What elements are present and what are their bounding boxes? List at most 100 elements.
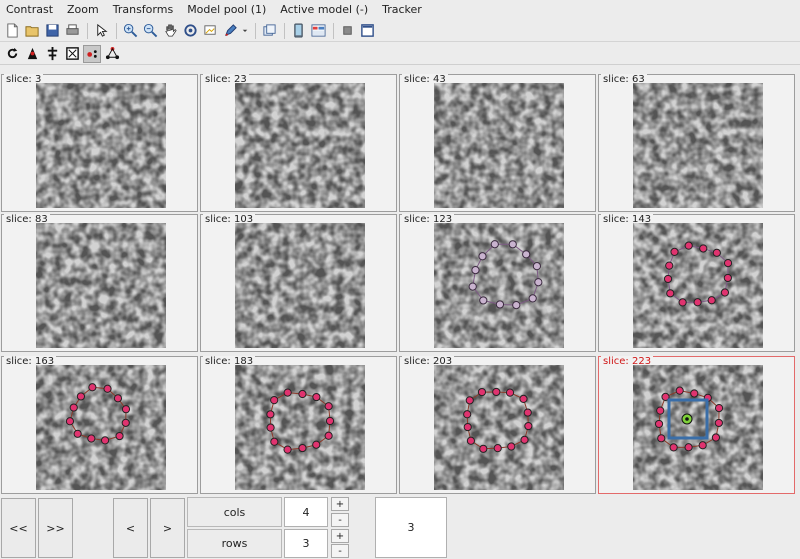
- slice-panel[interactable]: slice: 103: [200, 214, 397, 352]
- refresh-icon[interactable]: [3, 45, 21, 63]
- contour-point[interactable]: [723, 273, 732, 283]
- contour-point[interactable]: [522, 250, 531, 259]
- slice-panel[interactable]: slice: 143: [598, 214, 795, 352]
- save-icon[interactable]: [43, 22, 61, 40]
- contour-point[interactable]: [505, 388, 515, 397]
- contour-point[interactable]: [532, 262, 542, 271]
- contour-point[interactable]: [463, 422, 472, 432]
- tomogram-slice-image[interactable]: [633, 223, 763, 348]
- rows-decrement-button[interactable]: -: [331, 544, 349, 558]
- contour-point[interactable]: [479, 296, 488, 305]
- slice-panel[interactable]: slice: 83: [1, 214, 198, 352]
- slice-panel[interactable]: slice: 3: [1, 74, 198, 212]
- contour-point[interactable]: [312, 392, 321, 402]
- contour-point[interactable]: [88, 383, 97, 392]
- slice-panel[interactable]: slice: 23: [200, 74, 397, 212]
- contour-point[interactable]: [266, 423, 275, 432]
- tomogram-slice-image[interactable]: [235, 83, 365, 208]
- pointer-icon[interactable]: [92, 22, 110, 40]
- contour-point[interactable]: [693, 298, 702, 307]
- contour-point[interactable]: [73, 429, 82, 438]
- contour-point[interactable]: [657, 434, 666, 443]
- zoom-in-icon[interactable]: [121, 22, 139, 40]
- slice-panel[interactable]: slice: 203: [399, 356, 596, 494]
- contour-point[interactable]: [678, 298, 687, 307]
- contour-point[interactable]: [76, 392, 86, 401]
- contour-point[interactable]: [298, 389, 307, 399]
- crop-icon[interactable]: [63, 45, 81, 63]
- contour-point[interactable]: [65, 417, 75, 426]
- contour-point[interactable]: [266, 410, 275, 419]
- contour-point[interactable]: [468, 282, 477, 291]
- pan-hand-icon[interactable]: [161, 22, 179, 40]
- last-button[interactable]: >>: [38, 498, 73, 558]
- contour-point[interactable]: [493, 444, 502, 453]
- contour-point[interactable]: [528, 294, 537, 303]
- contour-point[interactable]: [519, 394, 528, 404]
- slice-panel[interactable]: slice: 43: [399, 74, 596, 212]
- window-icon[interactable]: [358, 22, 376, 40]
- new-file-icon[interactable]: [3, 22, 21, 40]
- contour-point[interactable]: [684, 443, 693, 452]
- print-icon[interactable]: [63, 22, 81, 40]
- first-button[interactable]: <<: [1, 498, 36, 558]
- contour-point[interactable]: [698, 441, 707, 450]
- points-icon[interactable]: [83, 44, 101, 63]
- tomogram-slice-image[interactable]: [633, 83, 763, 208]
- contour-point[interactable]: [523, 408, 532, 417]
- tomogram-slice-image[interactable]: [434, 83, 564, 208]
- contour-point[interactable]: [466, 436, 476, 445]
- contour-point[interactable]: [508, 240, 517, 249]
- contour-point[interactable]: [312, 440, 321, 449]
- tomogram-slice-image[interactable]: [434, 365, 564, 490]
- contour-point[interactable]: [670, 247, 679, 256]
- contour-point[interactable]: [714, 404, 724, 413]
- annotate-icon[interactable]: [201, 22, 219, 40]
- menu-transforms[interactable]: Transforms: [113, 3, 173, 16]
- menu-active-model[interactable]: Active model (-): [280, 3, 368, 16]
- cols-decrement-button[interactable]: -: [331, 513, 349, 527]
- contour-point[interactable]: [714, 418, 723, 428]
- contour-point[interactable]: [666, 289, 675, 298]
- contour-point[interactable]: [669, 443, 678, 452]
- contour-point[interactable]: [477, 387, 487, 397]
- slice-panel[interactable]: slice: 163: [1, 356, 198, 494]
- contour-point[interactable]: [723, 259, 733, 268]
- contour-point[interactable]: [490, 240, 499, 249]
- contour-point[interactable]: [507, 442, 516, 451]
- contour-point[interactable]: [324, 402, 333, 411]
- contour-point[interactable]: [524, 421, 533, 431]
- contour-point[interactable]: [103, 384, 112, 393]
- contour-point[interactable]: [690, 389, 699, 398]
- contour-point[interactable]: [712, 248, 721, 257]
- contour-point[interactable]: [495, 300, 505, 309]
- tomogram-slice-image[interactable]: [434, 223, 564, 348]
- tomogram-slice-image[interactable]: [235, 223, 365, 348]
- rows-input[interactable]: 3: [284, 529, 328, 558]
- dropdown-arrow-icon[interactable]: [241, 22, 249, 40]
- rotate-icon[interactable]: [181, 22, 199, 40]
- model-icon[interactable]: [23, 45, 41, 63]
- contour-point[interactable]: [121, 405, 131, 414]
- contour-point[interactable]: [520, 435, 529, 444]
- panel-icon[interactable]: [289, 22, 307, 40]
- contour-point[interactable]: [479, 444, 488, 453]
- contour-point[interactable]: [654, 419, 664, 429]
- tomogram-slice-image[interactable]: [235, 365, 365, 490]
- menu-model-pool[interactable]: Model pool (1): [187, 3, 266, 16]
- slice-panel[interactable]: slice: 63: [598, 74, 795, 212]
- contour-point[interactable]: [298, 443, 307, 453]
- contour-point[interactable]: [465, 396, 474, 405]
- prev-button[interactable]: <: [113, 498, 148, 558]
- contour-point[interactable]: [270, 437, 279, 446]
- contour-point[interactable]: [463, 410, 472, 419]
- slice-panel[interactable]: slice: 223: [598, 356, 795, 494]
- contour-point[interactable]: [665, 261, 674, 270]
- tree-icon[interactable]: [43, 45, 61, 63]
- next-button[interactable]: >: [150, 498, 185, 558]
- pen-icon[interactable]: [221, 22, 239, 40]
- contour-point[interactable]: [87, 434, 96, 443]
- tomogram-slice-image[interactable]: [36, 365, 166, 490]
- contour-point[interactable]: [656, 406, 665, 415]
- tomogram-slice-image[interactable]: [36, 83, 166, 208]
